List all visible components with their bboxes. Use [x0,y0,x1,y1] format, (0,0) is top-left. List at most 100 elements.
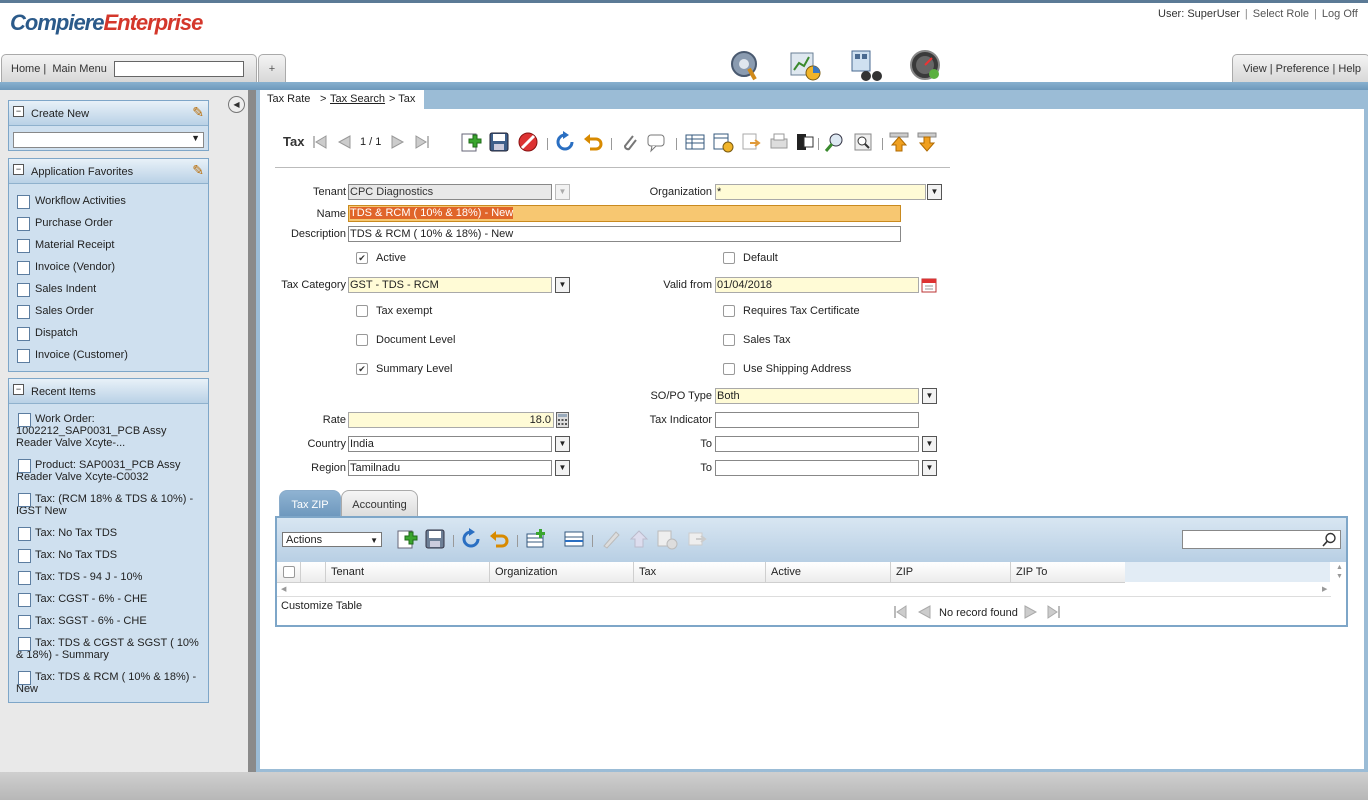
performance-gauge-icon[interactable] [908,48,942,82]
new-record-icon[interactable] [460,131,482,153]
organization-dropdown-icon[interactable]: ▼ [927,184,942,200]
chat-icon[interactable] [646,131,668,153]
minimize-icon[interactable]: − [13,106,24,117]
vertical-scrollbar[interactable]: ▲ ▼ [1336,563,1343,581]
tax-exempt-checkbox[interactable] [356,305,368,317]
recent-item[interactable]: Tax: TDS & RCM ( 10% & 18%) - New [9,668,208,702]
last-record-icon[interactable] [414,135,430,149]
print-icon[interactable] [768,131,790,153]
column-header-active[interactable]: Active [771,566,801,578]
recent-item[interactable]: Tax: CGST - 6% - CHE [9,590,208,612]
grid-previous-icon[interactable] [917,605,931,619]
recent-item[interactable]: Tax: (RCM 18% & TDS & 10%) - IGST New [9,490,208,524]
favorite-item[interactable]: Sales Order [9,302,208,324]
country-dropdown-icon[interactable]: ▼ [555,436,570,452]
calendar-icon[interactable] [921,277,937,293]
grid-undo-icon[interactable] [488,528,510,550]
country-field[interactable]: India [348,436,552,452]
main-menu-link[interactable]: Main Menu [52,63,106,75]
region-dropdown-icon[interactable]: ▼ [555,460,570,476]
grid-toggle-view-icon[interactable] [563,528,585,550]
tenant-field[interactable]: CPC Diagnostics [348,184,552,200]
logoff-link[interactable]: Log Off [1322,8,1358,20]
column-header-zip[interactable]: ZIP [896,566,913,578]
column-header-tenant[interactable]: Tenant [331,566,364,578]
favorite-item[interactable]: Workflow Activities [9,192,208,214]
sopo-type-dropdown-icon[interactable]: ▼ [922,388,937,404]
tax-category-field[interactable]: GST - TDS - RCM [348,277,552,293]
customize-table-link[interactable]: Customize Table [281,600,362,612]
workflow-gear-icon[interactable] [728,48,762,82]
name-field[interactable]: TDS & RCM ( 10% & 18%) - New [348,205,901,222]
parent-record-icon[interactable] [888,131,910,153]
favorite-item[interactable]: Dispatch [9,324,208,346]
minimize-icon[interactable]: − [13,384,24,395]
grid-next-icon[interactable] [1024,605,1038,619]
lookup-icon[interactable] [824,131,846,153]
recent-item[interactable]: Tax: No Tax TDS [9,546,208,568]
rate-field[interactable]: 18.0 [348,412,554,428]
edit-pencil-icon[interactable]: ✎ [192,104,204,121]
report-chart-icon[interactable] [788,48,822,82]
favorite-item[interactable]: Purchase Order [9,214,208,236]
recent-item[interactable]: Product: SAP0031_PCB Assy Reader Valve X… [9,456,208,490]
recent-item[interactable]: Tax: TDS - 94 J - 10% [9,568,208,590]
column-header-tax[interactable]: Tax [639,566,656,578]
history-icon[interactable] [712,131,734,153]
to-region-field[interactable] [715,460,919,476]
pdf-export-icon[interactable] [794,131,816,153]
view-preference-help-tab[interactable]: View | Preference | Help [1232,54,1368,83]
previous-record-icon[interactable] [336,135,352,149]
horizontal-scrollbar[interactable] [277,584,1331,597]
grid-multi-row-icon[interactable] [525,528,547,550]
to-region-dropdown-icon[interactable]: ▼ [922,460,937,476]
attachment-icon[interactable] [618,131,640,153]
active-checkbox[interactable]: ✔ [356,252,368,264]
menu-search-input[interactable] [114,61,244,77]
recent-item[interactable]: Tax: TDS & CGST & SGST ( 10% & 18%) - Su… [9,634,208,668]
new-tab-button[interactable]: + [258,54,286,83]
column-header-zip-to[interactable]: ZIP To [1016,566,1047,578]
tax-indicator-field[interactable] [715,412,919,428]
document-level-checkbox[interactable] [356,334,368,346]
tab-tax-zip[interactable]: Tax ZIP [279,490,341,517]
find-binoculars-icon[interactable] [849,48,883,82]
favorite-item[interactable]: Invoice (Vendor) [9,258,208,280]
favorite-item[interactable]: Material Receipt [9,236,208,258]
default-checkbox[interactable] [723,252,735,264]
region-field[interactable]: Tamilnadu [348,460,552,476]
scroll-right-arrow[interactable]: ▶ [1322,585,1327,593]
search-icon[interactable] [1322,532,1337,547]
grid-search-input[interactable] [1182,530,1341,549]
tax-category-dropdown-icon[interactable]: ▼ [555,277,570,293]
next-record-icon[interactable] [390,135,406,149]
sales-tax-checkbox[interactable] [723,334,735,346]
grid-toggle-icon[interactable] [684,131,706,153]
organization-field[interactable]: * [715,184,926,200]
first-record-icon[interactable] [312,135,328,149]
scroll-left-arrow[interactable]: ◀ [281,585,286,593]
favorite-item[interactable]: Sales Indent [9,280,208,302]
grid-last-icon[interactable] [1047,605,1061,619]
refresh-icon[interactable] [554,131,576,153]
description-field[interactable]: TDS & RCM ( 10% & 18%) - New [348,226,901,242]
to-country-field[interactable] [715,436,919,452]
sopo-type-field[interactable]: Both [715,388,919,404]
calculator-icon[interactable] [556,412,569,428]
collapse-panel-button[interactable]: ◀ [228,96,245,113]
recent-item[interactable]: Tax: No Tax TDS [9,524,208,546]
grid-first-icon[interactable] [893,605,907,619]
column-header-organization[interactable]: Organization [495,566,557,578]
use-shipping-address-checkbox[interactable] [723,363,735,375]
home-link[interactable]: Home | [11,63,46,75]
breadcrumb-tax-search-link[interactable]: Tax Search [330,93,385,105]
favorite-item[interactable]: Invoice (Customer) [9,346,208,368]
create-new-select[interactable]: ▼ [13,132,204,148]
requires-tax-certificate-checkbox[interactable] [723,305,735,317]
delete-icon[interactable] [517,131,539,153]
select-role-link[interactable]: Select Role [1253,8,1309,20]
valid-from-field[interactable]: 01/04/2018 [715,277,919,293]
grid-save-icon[interactable] [424,528,446,550]
detail-record-icon[interactable] [916,131,938,153]
summary-level-checkbox[interactable]: ✔ [356,363,368,375]
